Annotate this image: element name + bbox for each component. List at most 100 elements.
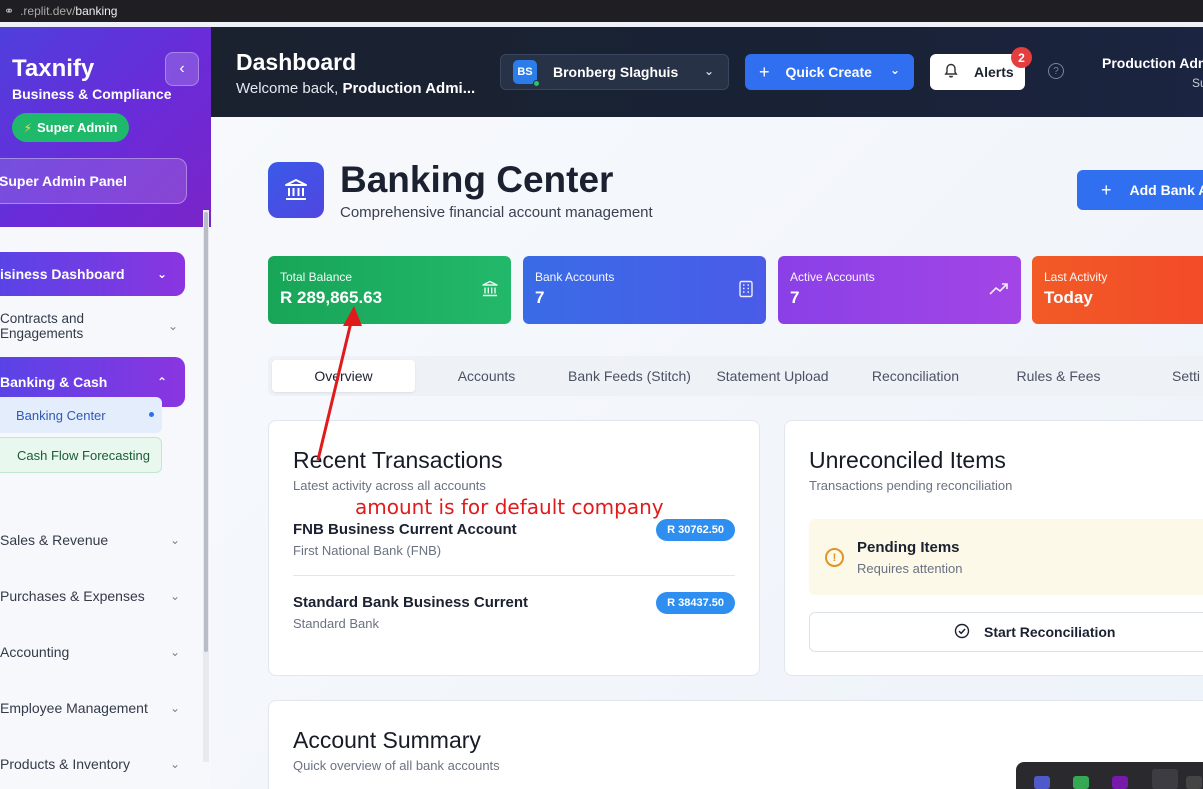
start-reconciliation-button[interactable]: Start Reconciliation [809,612,1203,652]
recent-transactions-card: Recent Transactions Latest activity acro… [268,420,760,676]
card-title: Recent Transactions [293,447,503,473]
transaction-item[interactable]: FNB Business Current Account First Natio… [293,519,735,558]
app-icon[interactable] [1186,776,1202,789]
sidebar-subitem-banking-center[interactable]: Banking Center [0,397,162,433]
quick-create-label: Quick Create [785,64,872,80]
stat-label: Total Balance [280,270,353,284]
drive-icon[interactable] [1073,776,1089,789]
main-content: Banking Center Comprehensive financial a… [211,117,1203,789]
unreconciled-items-card: Unreconciled Items Transactions pending … [784,420,1203,676]
sidebar-item-label: Contracts and Engagements [0,311,85,341]
sidebar-subitem-label: Cash Flow Forecasting [17,447,150,463]
amount-badge: R 30762.50 [656,519,735,541]
chevron-down-icon: ⌄ [703,64,714,78]
sidebar-item-label: Sales & Revenue [0,532,109,548]
stat-value: R 289,865.63 [280,288,383,307]
plus-icon: + [1101,179,1112,200]
tab-statement-upload[interactable]: Statement Upload [701,360,844,392]
start-reconciliation-label: Start Reconciliation [984,624,1116,640]
annotation-text: amount is for default company [355,495,664,519]
transaction-item[interactable]: Standard Bank Business Current Standard … [293,592,735,631]
bank-icon [268,162,324,218]
stat-card-active-accounts: Active Accounts 7 [778,256,1021,324]
page-title: Banking Center [340,159,614,200]
online-status-icon [533,80,540,87]
sidebar-item-label: isiness Dashboard [0,266,125,282]
sidebar-item-label: Purchases & Expenses [0,588,145,604]
tab-label: Rules & Fees [1016,368,1101,384]
super-admin-badge: ⚡ Super Admin [12,113,129,142]
os-taskbar [1016,762,1203,789]
collapse-sidebar-button[interactable]: ‹ [165,52,199,86]
tab-overview[interactable]: Overview [272,360,415,392]
url-host: .replit.dev/ [20,4,76,18]
chevron-up-icon: ⌃ [156,375,167,389]
trending-up-icon [989,280,1009,301]
stat-value: 7 [790,288,800,307]
chevron-down-icon: ⌄ [169,757,180,771]
sidebar-item-products[interactable]: Products & Inventory ⌄ [0,754,200,774]
company-name: Bronberg Slaghuis [553,64,679,80]
sidebar-subitem-cash-flow[interactable]: Cash Flow Forecasting [0,437,162,473]
sidebar-header: Taxnify Business & Compliance ‹ ⚡ Super A… [0,27,211,227]
chevron-down-icon: ⌄ [169,701,180,715]
tab-label: Setti [1172,368,1201,384]
chevron-down-icon: ⌄ [167,319,178,333]
super-admin-panel-button[interactable]: Super Admin Panel [0,158,187,204]
chevron-down-icon: ⌄ [889,63,900,77]
add-bank-label: Add Bank A [1129,182,1203,198]
onenote-icon[interactable] [1112,776,1128,789]
pending-subtitle: Requires attention [857,561,963,576]
sidebar-item-employees[interactable]: Employee Management ⌄ [0,698,200,718]
tab-reconciliation[interactable]: Reconciliation [844,360,987,392]
help-icon[interactable]: ? [1048,63,1064,79]
pending-title: Pending Items [857,539,960,556]
sidebar-item-sales[interactable]: Sales & Revenue ⌄ [0,530,200,550]
active-dot-icon [149,412,154,417]
browser-url-bar[interactable]: ⚭ .replit.dev/banking [0,0,1203,22]
company-selector[interactable]: BS Bronberg Slaghuis ⌄ [500,54,729,90]
building-icon [738,280,754,303]
card-subtitle: Quick overview of all bank accounts [293,758,500,773]
sidebar-scrollbar-thumb[interactable] [204,212,208,652]
sidebar-item-purchases[interactable]: Purchases & Expenses ⌄ [0,586,200,606]
sidebar-item-business-dashboard[interactable]: isiness Dashboard ⌄ [0,252,185,296]
sidebar-item-accounting[interactable]: Accounting ⌄ [0,642,200,662]
tab-bar: Overview Accounts Bank Feeds (Stitch) St… [268,356,1203,396]
sidebar-item-contracts[interactable]: Contracts and Engagements ⌄ [0,311,190,341]
stat-card-last-activity: Last Activity Today [1032,256,1203,324]
chevron-down-icon: ⌄ [156,267,167,281]
top-header: Dashboard Welcome back, Production Admi.… [211,27,1203,117]
card-title: Unreconciled Items [809,447,1006,473]
stat-label: Active Accounts [790,270,875,284]
stat-card-total-balance: Total Balance R 289,865.63 [268,256,511,324]
link-icon: ⚭ [4,4,15,18]
quick-create-button[interactable]: + Quick Create ⌄ [745,54,914,90]
check-circle-icon [954,623,970,642]
tab-settings[interactable]: Setti [1130,360,1203,392]
user-name[interactable]: Production Adm [1102,55,1203,71]
tab-accounts[interactable]: Accounts [415,360,558,392]
tab-label: Statement Upload [716,368,829,384]
lightning-icon: ⚡ [23,120,32,135]
stat-label: Last Activity [1044,270,1108,284]
stat-card-bank-accounts: Bank Accounts 7 [523,256,766,324]
tab-bank-feeds[interactable]: Bank Feeds (Stitch) [558,360,701,392]
alert-circle-icon: ! [825,548,844,567]
welcome-user: Production Admi... [342,80,476,97]
alerts-label: Alerts [974,64,1014,80]
pen-icon[interactable] [1152,769,1178,789]
brand-name: Taxnify [12,55,95,82]
tab-rules-fees[interactable]: Rules & Fees [987,360,1130,392]
amount-badge: R 38437.50 [656,592,735,614]
add-bank-account-button[interactable]: + Add Bank A [1077,170,1203,210]
super-admin-label: Super Admin [37,120,118,135]
plus-icon: + [759,61,770,82]
company-initials: BS [517,66,533,78]
user-role: Su [1192,76,1203,90]
card-title: Account Summary [293,727,481,753]
bank-name: First National Bank (FNB) [293,543,442,558]
brand-subtitle: Business & Compliance [12,86,172,102]
teams-icon[interactable] [1034,776,1050,789]
divider [293,575,735,576]
